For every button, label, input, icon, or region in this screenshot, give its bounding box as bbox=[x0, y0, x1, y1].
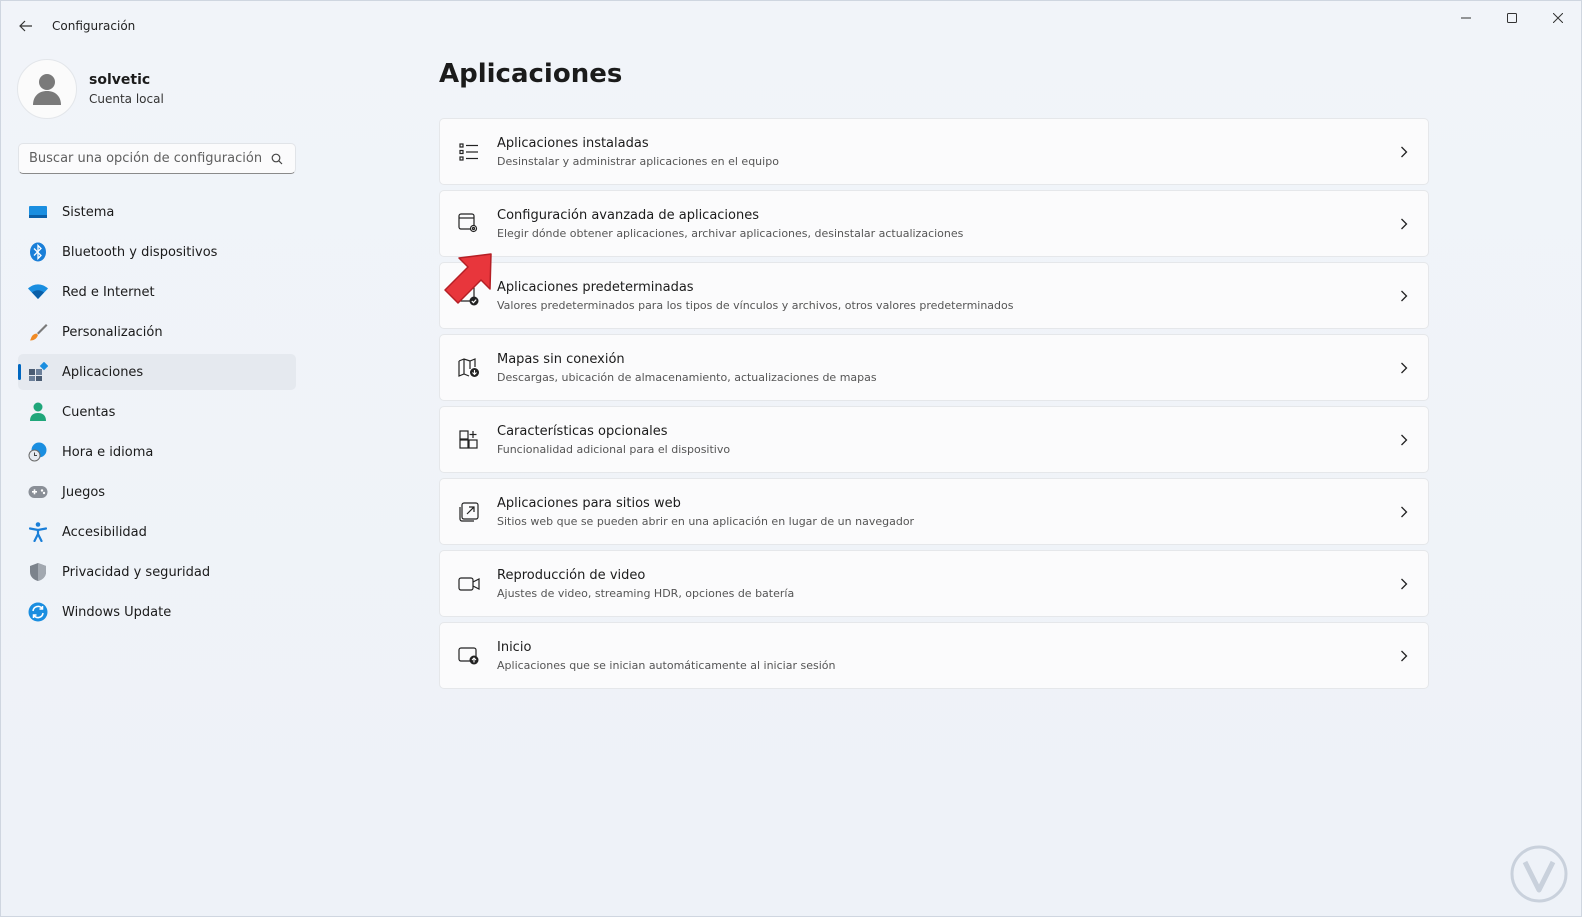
close-icon bbox=[1553, 13, 1563, 23]
card-title: Aplicaciones predeterminadas bbox=[497, 279, 694, 295]
sidebar-item-hora[interactable]: Hora e idioma bbox=[18, 434, 296, 470]
sidebar-nav: Sistema Bluetooth y dispositivos Red e I… bbox=[18, 194, 296, 634]
user-silhouette-icon bbox=[33, 74, 61, 105]
sidebar-item-label: Sistema bbox=[62, 204, 115, 220]
card-title: Aplicaciones instaladas bbox=[497, 135, 649, 151]
sidebar-item-windows-update[interactable]: Windows Update bbox=[18, 594, 296, 630]
sidebar-item-cuentas[interactable]: Cuentas bbox=[18, 394, 296, 430]
card-aplicaciones-sitios-web[interactable]: Aplicaciones para sitios web Sitios web … bbox=[439, 478, 1429, 545]
startup-icon bbox=[457, 644, 481, 668]
card-title: Configuración avanzada de aplicaciones bbox=[497, 207, 760, 223]
bluetooth-icon bbox=[28, 242, 48, 262]
search-box bbox=[18, 143, 296, 174]
card-configuracion-avanzada[interactable]: Configuración avanzada de aplicaciones E… bbox=[439, 190, 1429, 257]
app-title: Configuración bbox=[52, 19, 136, 33]
minimize-icon bbox=[1461, 17, 1471, 19]
sidebar-item-aplicaciones[interactable]: Aplicaciones bbox=[18, 354, 296, 390]
sidebar-item-label: Windows Update bbox=[62, 604, 172, 620]
card-aplicaciones-predeterminadas[interactable]: Aplicaciones predeterminadas Valores pre… bbox=[439, 262, 1429, 329]
card-inicio[interactable]: Inicio Aplicaciones que se inician autom… bbox=[439, 622, 1429, 689]
brush-icon bbox=[28, 322, 48, 342]
sidebar-item-personalizacion[interactable]: Personalización bbox=[18, 314, 296, 350]
sync-icon bbox=[28, 602, 48, 622]
sidebar-item-label: Cuentas bbox=[62, 404, 116, 420]
card-title: Reproducción de video bbox=[497, 567, 646, 583]
card-subtitle: Funcionalidad adicional para el disposit… bbox=[497, 442, 731, 456]
sidebar-item-label: Aplicaciones bbox=[62, 364, 144, 380]
sidebar-item-label: Red e Internet bbox=[62, 284, 155, 300]
card-title: Mapas sin conexión bbox=[497, 351, 625, 367]
sidebar-item-juegos[interactable]: Juegos bbox=[18, 474, 296, 510]
card-reproduccion-video[interactable]: Reproducción de video Ajustes de video, … bbox=[439, 550, 1429, 617]
card-title: Inicio bbox=[497, 639, 532, 655]
chevron-right-icon bbox=[1380, 650, 1428, 662]
profile-account-type: Cuenta local bbox=[89, 92, 164, 106]
card-aplicaciones-instaladas[interactable]: Aplicaciones instaladas Desinstalar y ad… bbox=[439, 118, 1429, 185]
sidebar-item-label: Hora e idioma bbox=[62, 444, 154, 460]
sidebar-item-bluetooth[interactable]: Bluetooth y dispositivos bbox=[18, 234, 296, 270]
maximize-icon bbox=[1507, 13, 1517, 23]
app-settings-icon bbox=[457, 212, 481, 236]
chevron-right-icon bbox=[1380, 434, 1428, 446]
monitor-icon bbox=[28, 202, 48, 222]
card-title: Características opcionales bbox=[497, 423, 668, 439]
shield-icon bbox=[28, 562, 48, 582]
list-icon bbox=[457, 140, 481, 164]
card-mapas-sin-conexion[interactable]: Mapas sin conexión Descargas, ubicación … bbox=[439, 334, 1429, 401]
page-title: Aplicaciones bbox=[439, 59, 623, 89]
apps-icon bbox=[28, 362, 48, 382]
sidebar-item-label: Personalización bbox=[62, 324, 163, 340]
globe-clock-icon bbox=[28, 442, 48, 462]
profile-name: solvetic bbox=[89, 72, 151, 88]
wifi-icon bbox=[28, 282, 48, 302]
open-external-icon bbox=[457, 500, 481, 524]
person-icon bbox=[28, 402, 48, 422]
card-caracteristicas-opcionales[interactable]: Características opcionales Funcionalidad… bbox=[439, 406, 1429, 473]
card-subtitle: Desinstalar y administrar aplicaciones e… bbox=[497, 154, 779, 168]
card-subtitle: Descargas, ubicación de almacenamiento, … bbox=[497, 370, 877, 384]
map-download-icon bbox=[457, 356, 481, 380]
sidebar-item-label: Accesibilidad bbox=[62, 524, 147, 540]
watermark-logo-icon bbox=[1510, 845, 1568, 903]
back-arrow-icon bbox=[19, 20, 32, 32]
video-icon bbox=[457, 572, 481, 596]
chevron-right-icon bbox=[1380, 362, 1428, 374]
search-icon[interactable] bbox=[269, 151, 285, 167]
sidebar-item-sistema[interactable]: Sistema bbox=[18, 194, 296, 230]
title-bar: Configuración bbox=[1, 1, 1581, 49]
avatar bbox=[17, 59, 77, 119]
window-controls bbox=[1443, 1, 1581, 35]
close-button[interactable] bbox=[1535, 1, 1581, 35]
user-profile[interactable]: solvetic Cuenta local bbox=[17, 59, 164, 119]
card-subtitle: Valores predeterminados para los tipos d… bbox=[497, 298, 1014, 312]
settings-cards: Aplicaciones instaladas Desinstalar y ad… bbox=[439, 118, 1429, 694]
chevron-right-icon bbox=[1380, 218, 1428, 230]
card-subtitle: Sitios web que se pueden abrir en una ap… bbox=[497, 514, 915, 528]
back-button[interactable] bbox=[11, 13, 41, 39]
gamepad-icon bbox=[28, 482, 48, 502]
sidebar-item-label: Juegos bbox=[62, 484, 106, 500]
card-subtitle: Elegir dónde obtener aplicaciones, archi… bbox=[497, 226, 964, 240]
grid-add-icon bbox=[457, 428, 481, 452]
chevron-right-icon bbox=[1380, 506, 1428, 518]
chevron-right-icon bbox=[1380, 578, 1428, 590]
sidebar-item-privacidad[interactable]: Privacidad y seguridad bbox=[18, 554, 296, 590]
sidebar-item-label: Bluetooth y dispositivos bbox=[62, 244, 218, 260]
card-title: Aplicaciones para sitios web bbox=[497, 495, 681, 511]
sidebar-item-accesibilidad[interactable]: Accesibilidad bbox=[18, 514, 296, 550]
search-input[interactable] bbox=[29, 151, 269, 166]
maximize-button[interactable] bbox=[1489, 1, 1535, 35]
card-subtitle: Aplicaciones que se inician automáticame… bbox=[497, 658, 836, 672]
annotation-arrow-icon bbox=[444, 253, 492, 304]
card-subtitle: Ajustes de video, streaming HDR, opcione… bbox=[497, 586, 795, 600]
sidebar-item-label: Privacidad y seguridad bbox=[62, 564, 211, 580]
chevron-right-icon bbox=[1380, 290, 1428, 302]
chevron-right-icon bbox=[1380, 146, 1428, 158]
accessibility-icon bbox=[28, 522, 48, 542]
settings-window: Configuración solvetic Cuenta local Busc… bbox=[0, 0, 1582, 917]
minimize-button[interactable] bbox=[1443, 1, 1489, 35]
sidebar-item-red[interactable]: Red e Internet bbox=[18, 274, 296, 310]
